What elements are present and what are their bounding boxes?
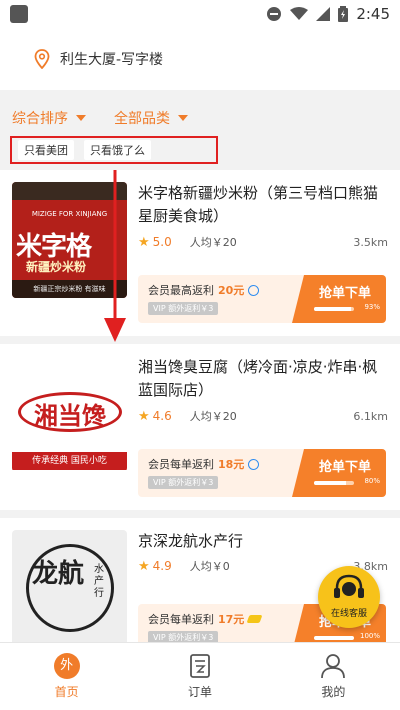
star-icon: ★ [138, 234, 150, 250]
home-icon: 外 [53, 653, 80, 679]
category-dropdown[interactable]: 全部品类 [114, 108, 188, 128]
status-time: 2:45 [356, 5, 390, 23]
shop-rating: 5.0 [152, 235, 172, 249]
shop-card[interactable]: 湘当馋 传承经典 国民小吃 湘当馋臭豆腐（烤冷面·凉皮·炸串·枫蓝国际店） ★ … [0, 344, 400, 510]
annotation-highlight-box: 只看美团 只看饿了么 [10, 136, 218, 164]
star-icon: ★ [138, 408, 150, 424]
grab-order-label: 抢单下单 [318, 286, 371, 301]
rebate-label: 会员每单返利 [148, 458, 214, 471]
sort-label: 综合排序 [12, 111, 68, 127]
thumb-side: 水产行 [94, 564, 104, 599]
progress-bar [314, 636, 354, 640]
grab-order-label: 抢单下单 [318, 460, 371, 475]
rebate-amount: 17元 [218, 613, 245, 626]
status-bar: 2:45 [0, 0, 400, 28]
shop-distance: 6.1km [353, 409, 388, 423]
app-notification-icon [10, 5, 28, 23]
location-pin-icon [34, 49, 50, 69]
thumb-subtitle: 新疆炒米粉 [26, 260, 87, 274]
shop-distance: 3.5km [353, 235, 388, 249]
shop-name: 湘当馋臭豆腐（烤冷面·凉皮·炸串·枫蓝国际店） [138, 358, 378, 399]
progress-text: 93% [364, 303, 380, 311]
shop-name: 京深龙航水产行 [138, 532, 244, 550]
star-icon: ★ [138, 558, 150, 574]
shop-name: 米字格新疆炒米粉（第三号档口熊猫星厨美食城） [138, 184, 379, 225]
shop-thumbnail: MIZIGE FOR XINJIANG 米字格 新疆炒米粉 新疆正宗炒米粉 有滋… [12, 182, 127, 298]
chip-meituan-only[interactable]: 只看美团 [18, 140, 74, 160]
shop-rating: 4.6 [152, 409, 172, 423]
meituan-badge-icon [246, 615, 263, 623]
vip-extra-rebate: VIP 额外返利￥3 [148, 302, 219, 315]
sort-dropdown[interactable]: 综合排序 [12, 108, 86, 128]
user-profile-icon [321, 654, 346, 679]
shop-thumbnail: 龙航 水产行 [12, 530, 127, 646]
shop-avg-price: 人均￥20 [189, 236, 237, 249]
wifi-icon [290, 7, 309, 20]
shop-avg-price: 人均￥0 [189, 560, 230, 573]
shop-meta: ★ 5.0 人均￥20 3.5km [138, 234, 388, 250]
thumb-title: 龙航 [32, 559, 85, 589]
rebate-label: 会员最高返利 [148, 284, 214, 297]
tab-profile-label: 我的 [321, 685, 346, 699]
bottom-tab-bar: 外 首页 订单 我的 [0, 642, 400, 710]
thumb-footer: 传承经典 国民小吃 [12, 452, 127, 470]
eleme-badge-icon [248, 284, 260, 296]
chevron-down-icon [76, 115, 86, 121]
shop-avg-price: 人均￥20 [189, 410, 237, 423]
category-label: 全部品类 [114, 111, 170, 127]
grab-order-button[interactable]: 抢单下单 80% [292, 449, 386, 497]
progress-bar [314, 481, 354, 485]
tab-profile[interactable]: 我的 [267, 643, 400, 710]
rebate-label: 会员每单返利 [148, 613, 214, 626]
vip-extra-rebate: VIP 额外返利￥3 [148, 476, 219, 489]
tab-orders[interactable]: 订单 [133, 643, 266, 710]
chevron-down-icon [178, 115, 188, 121]
tab-home[interactable]: 外 首页 [0, 643, 133, 710]
filter-area: 综合排序 全部品类 只看美团 只看饿了么 [0, 90, 400, 170]
battery-icon [338, 6, 349, 22]
tab-orders-label: 订单 [187, 685, 212, 699]
rebate-amount: 18元 [218, 458, 245, 471]
customer-service-button[interactable]: 在线客服 [318, 566, 380, 628]
shop-rating: 4.9 [152, 559, 172, 573]
progress-text: 100% [359, 632, 380, 640]
headset-icon [334, 574, 364, 598]
thumb-title: 湘当馋 [34, 402, 106, 430]
grab-order-button[interactable]: 抢单下单 93% [292, 275, 386, 323]
tab-home-label: 首页 [54, 685, 79, 699]
signal-icon [316, 7, 331, 21]
order-receipt-icon [190, 654, 210, 678]
progress-text: 80% [364, 477, 380, 485]
location-bar[interactable]: 利生大厦-写字楼 [0, 28, 400, 90]
thumb-footer: 新疆正宗炒米粉 有滋味 [12, 280, 127, 298]
eleme-badge-icon [248, 458, 260, 470]
customer-service-label: 在线客服 [330, 609, 367, 619]
rebate-panel: 会员每单返利 18元 VIP 额外返利￥3 抢单下单 80% [138, 449, 386, 497]
rebate-panel: 会员最高返利 20元 VIP 额外返利￥3 抢单下单 93% [138, 275, 386, 323]
rebate-amount: 20元 [218, 284, 245, 297]
shop-card[interactable]: MIZIGE FOR XINJIANG 米字格 新疆炒米粉 新疆正宗炒米粉 有滋… [0, 170, 400, 336]
thumb-banner: MIZIGE FOR XINJIANG [31, 210, 108, 218]
shop-meta: ★ 4.6 人均￥20 6.1km [138, 408, 388, 424]
do-not-disturb-icon [267, 7, 282, 21]
shop-thumbnail: 湘当馋 传承经典 国民小吃 [12, 356, 127, 472]
location-text: 利生大厦-写字楼 [60, 52, 164, 68]
chip-eleme-only[interactable]: 只看饿了么 [84, 140, 151, 160]
progress-bar [314, 307, 354, 311]
